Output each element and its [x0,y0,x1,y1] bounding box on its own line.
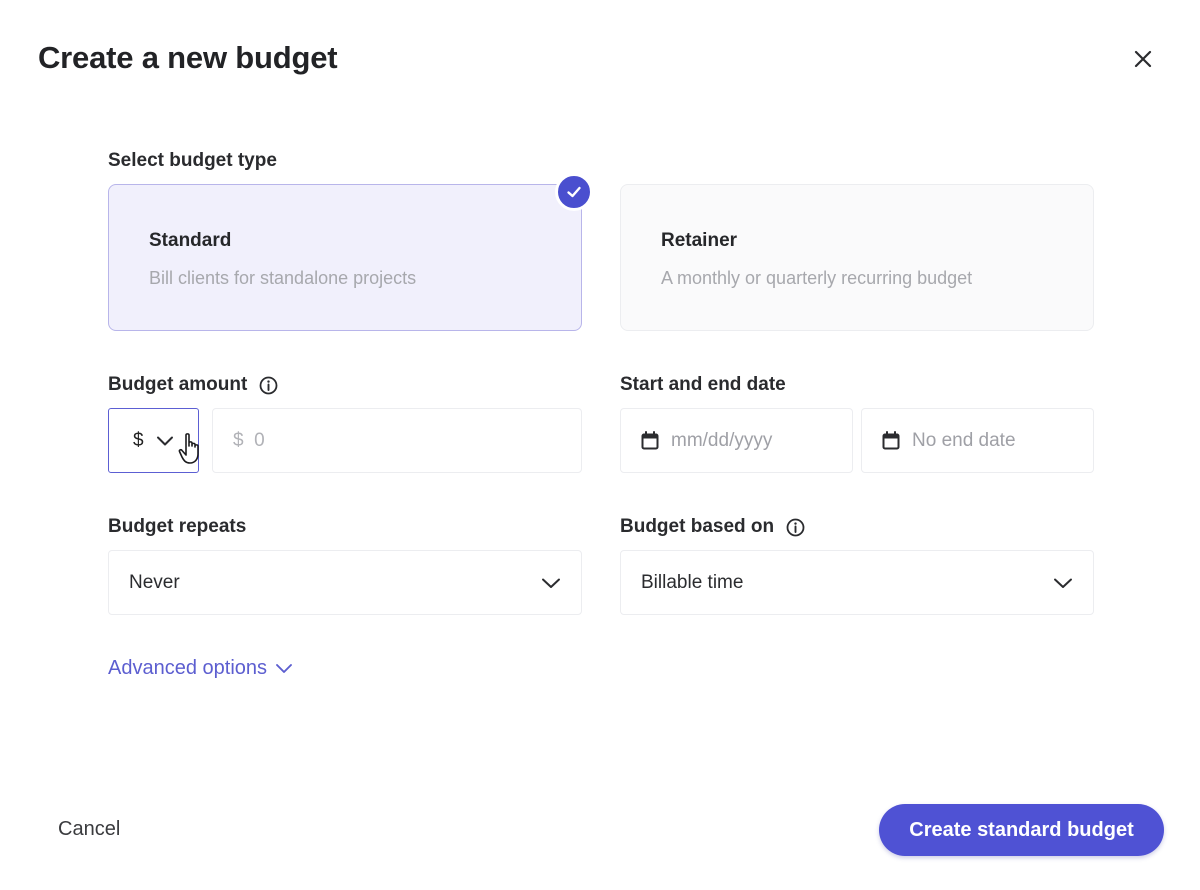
retainer-card-description: A monthly or quarterly recurring budget [661,268,973,288]
budget-based-on-label: Budget based on [620,516,805,538]
budget-amount-placeholder: $ 0 [233,429,265,451]
budget-repeats-label: Budget repeats [108,516,247,537]
cancel-button[interactable]: Cancel [58,818,120,841]
end-date-placeholder: No end date [912,429,1016,451]
budget-repeats-select[interactable]: Never [108,550,582,615]
budget-type-retainer-card[interactable]: Retainer A monthly or quarterly recurrin… [620,184,1094,331]
date-range-label: Start and end date [620,374,786,395]
hand-cursor-icon [178,433,199,464]
standard-card-description: Bill clients for standalone projects [149,268,417,288]
retainer-card-title: Retainer [661,230,738,251]
chevron-down-icon [156,436,173,445]
end-date-input[interactable]: No end date [861,408,1094,473]
calendar-icon [641,431,659,450]
budget-amount-input[interactable]: $ 0 [212,408,582,473]
selected-check-badge [555,173,593,211]
chevron-down-icon [1054,578,1072,588]
budget-type-label: Select budget type [108,150,277,171]
budget-type-standard-card[interactable]: Standard Bill clients for standalone pro… [108,184,582,331]
calendar-icon [882,431,900,450]
standard-card-title: Standard [149,230,232,251]
checkmark-icon [567,186,581,198]
advanced-options-toggle[interactable]: Advanced options [108,657,293,680]
chevron-down-icon [542,578,560,588]
create-budget-dialog: Create a new budget Select budget type S… [0,0,1200,890]
chevron-down-icon [276,664,292,673]
budget-based-on-select[interactable]: Billable time [620,550,1094,615]
budget-based-on-value: Billable time [641,571,744,593]
budget-amount-label: Budget amount [108,374,278,396]
currency-value: $ [133,429,144,451]
start-date-placeholder: mm/dd/yyyy [671,429,773,451]
budget-repeats-value: Never [129,571,180,593]
create-budget-button[interactable]: Create standard budget [879,804,1164,856]
dialog-title: Create a new budget [38,40,338,75]
start-date-input[interactable]: mm/dd/yyyy [620,408,853,473]
info-icon[interactable] [259,376,278,395]
advanced-options-label: Advanced options [108,657,268,679]
close-button[interactable] [1130,46,1156,72]
info-icon[interactable] [786,518,805,537]
close-icon [1134,50,1152,68]
